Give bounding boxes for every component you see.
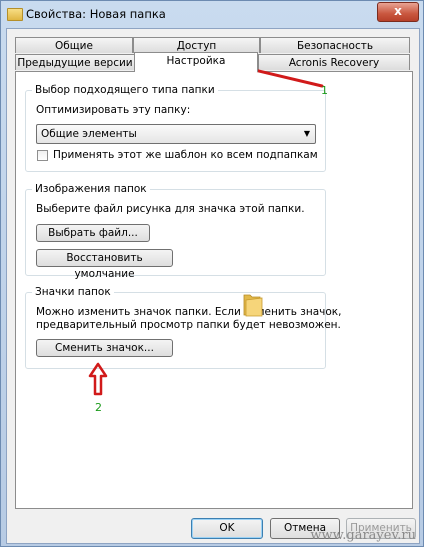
folder-type-group: Выбор подходящего типа папки Оптимизиров… [25, 84, 326, 172]
folder-type-dropdown[interactable]: Общие элементы ▼ [36, 124, 316, 144]
chevron-down-icon: ▼ [303, 129, 310, 138]
properties-window: Свойства: Новая папка x Общие Доступ Без… [0, 0, 424, 547]
folder-type-value: Общие элементы [41, 128, 137, 140]
folder-images-group-title: Изображения папок [32, 183, 150, 195]
folder-icons-description-1: Можно изменить значок папки. Если измени… [36, 306, 342, 318]
annotation-number-1: 1 [321, 84, 328, 97]
apply-subfolders-checkbox[interactable] [37, 150, 48, 161]
optimize-label: Оптимизировать эту папку: [36, 104, 191, 116]
folder-icons-group-title: Значки папок [32, 286, 114, 298]
window-title: Свойства: Новая папка [26, 7, 166, 21]
restore-default-button[interactable]: Восстановить умолчание [36, 249, 173, 280]
dialog-client-area: Общие Доступ Безопасность Предыдущие вер… [6, 28, 420, 544]
annotation-number-2: 2 [95, 401, 102, 414]
tab-security[interactable]: Безопасность [260, 37, 410, 53]
ok-button[interactable]: OK [191, 518, 263, 539]
folder-preview-icon [243, 294, 263, 317]
close-button[interactable]: x [377, 2, 419, 22]
title-bar[interactable]: Свойства: Новая папка x [1, 1, 423, 27]
tab-acronis-recovery[interactable]: Acronis Recovery [258, 54, 410, 70]
folder-icons-description-2: предварительный просмотр папки будет нев… [36, 319, 341, 331]
tab-sharing[interactable]: Доступ [133, 37, 260, 53]
tab-general[interactable]: Общие [15, 37, 133, 53]
folder-images-description: Выберите файл рисунка для значка этой па… [36, 203, 305, 215]
folder-title-icon [7, 8, 23, 21]
tab-previous-versions[interactable]: Предыдущие версии [15, 54, 135, 70]
folder-icons-group: Значки папок Можно изменить значок папки… [25, 286, 341, 369]
change-icon-button[interactable]: Сменить значок... [36, 339, 173, 357]
apply-subfolders-label: Применять этот же шаблон ко всем подпапк… [53, 149, 318, 161]
customize-panel: Выбор подходящего типа папки Оптимизиров… [15, 71, 413, 509]
tab-customize[interactable]: Настройка [134, 52, 258, 72]
folder-type-group-title: Выбор подходящего типа папки [32, 84, 218, 96]
choose-file-button[interactable]: Выбрать файл... [36, 224, 150, 242]
watermark: www.garayev.ru [310, 528, 416, 543]
folder-images-group: Изображения папок Выберите файл рисунка … [25, 183, 326, 280]
